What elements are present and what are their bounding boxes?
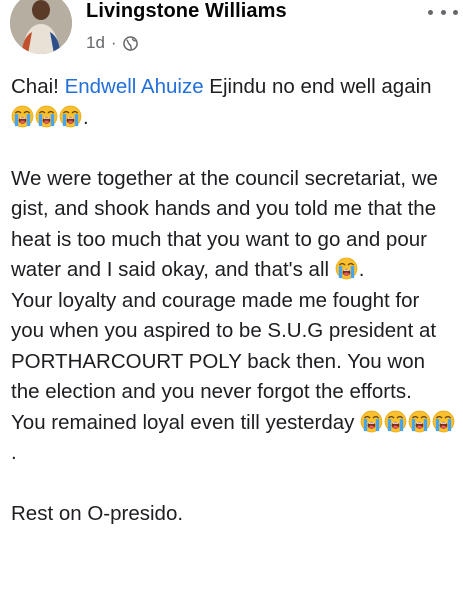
paragraph-5: Rest on O-presido. [11, 499, 457, 530]
loudly-crying-face-icon [59, 105, 82, 128]
paragraph-2-end: . [358, 258, 365, 281]
paragraph-2-text: We were together at the council secretar… [11, 166, 438, 282]
emoji-group-2 [335, 257, 359, 281]
loudly-crying-face-icon [408, 410, 431, 433]
paragraph-5-text: Rest on O-presido. [11, 502, 184, 525]
loudly-crying-face-icon [432, 410, 455, 433]
loudly-crying-face-icon [335, 257, 358, 280]
globe-icon [122, 35, 138, 51]
emoji-group-4 [360, 410, 456, 434]
mention-link[interactable]: Endwell Ahuize [65, 75, 204, 98]
paragraph-4: You remained loyal even till yesterday . [11, 408, 457, 469]
paragraph-3: Your loyalty and courage made me fought … [11, 286, 457, 408]
paragraph-3-text: Your loyalty and courage made me fought … [11, 288, 437, 404]
loudly-crying-face-icon [384, 410, 407, 433]
paragraph-4-text: You remained loyal even till yesterday [11, 410, 361, 434]
post-header: Livingstone Williams 1d · [0, 0, 463, 60]
loudly-crying-face-icon [11, 105, 34, 128]
author-name[interactable]: Livingstone Williams [86, 0, 287, 23]
paragraph-1: Chai! Endwell Ahuize Ejindu no end well … [11, 72, 457, 133]
loudly-crying-face-icon [35, 105, 58, 128]
loudly-crying-face-icon [360, 410, 383, 433]
emoji-group-1 [11, 105, 83, 129]
more-options-icon[interactable] [428, 6, 458, 18]
paragraph-1-lead: Chai! [11, 75, 65, 98]
paragraph-1-text: Ejindu no end well again [203, 75, 432, 98]
post-meta: 1d · [86, 33, 138, 53]
post-age[interactable]: 1d [86, 33, 105, 53]
paragraph-1-end: . [83, 105, 89, 129]
post-body: Chai! Endwell Ahuize Ejindu no end well … [11, 72, 457, 530]
meta-separator: · [110, 33, 117, 52]
paragraph-4-end: . [11, 441, 17, 464]
author-avatar[interactable] [10, 0, 72, 54]
paragraph-2: We were together at the council secretar… [11, 164, 457, 286]
